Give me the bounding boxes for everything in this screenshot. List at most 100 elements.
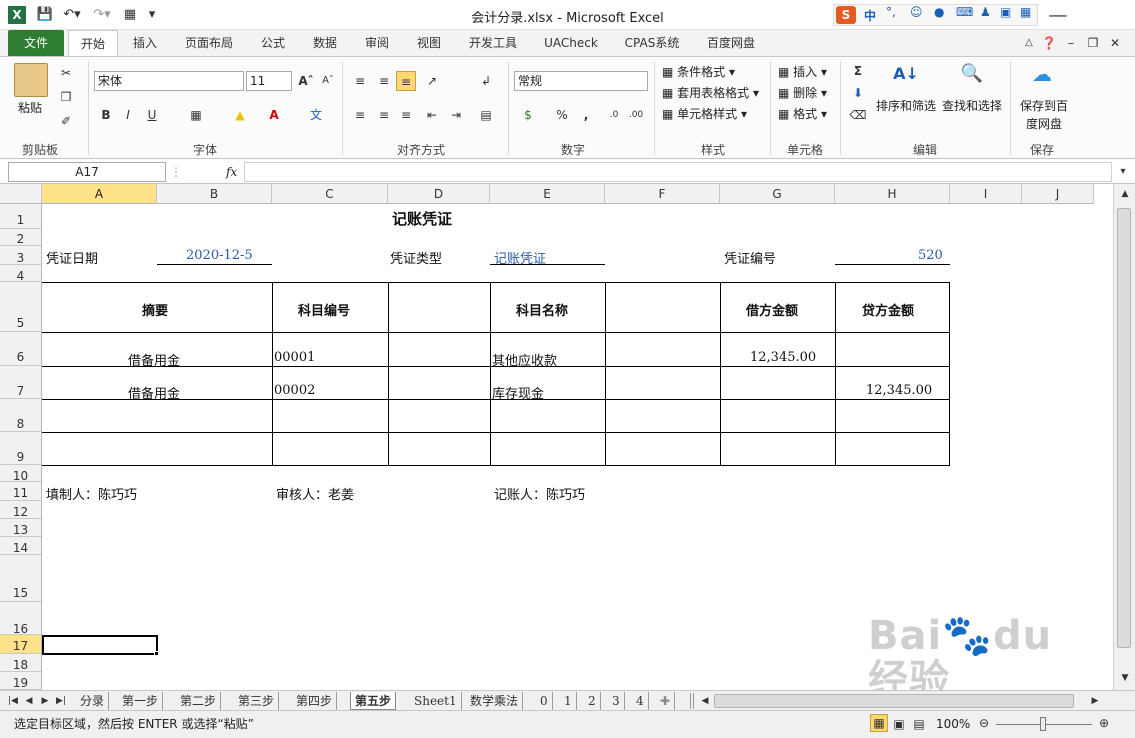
row-header[interactable]: 19 [0, 672, 42, 690]
row-header[interactable]: 11 [0, 482, 42, 501]
column-header-d[interactable]: D [388, 184, 490, 204]
number-value[interactable]: 520 [918, 248, 943, 263]
sheet-tab[interactable]: 第二步 [176, 692, 222, 710]
help-icon[interactable]: ❓ [1040, 30, 1058, 56]
wrap-text-icon[interactable]: ↲ [476, 71, 496, 91]
keyboard-icon[interactable]: ⌨ [956, 5, 973, 19]
sheet-tab[interactable]: 第三步 [234, 692, 280, 710]
entry-code[interactable]: 00001 [274, 350, 315, 365]
tab-cpas[interactable]: CPAS系统 [618, 30, 686, 56]
column-header-e[interactable]: E [490, 184, 605, 204]
tab-split-handle[interactable] [690, 693, 694, 709]
fill-handle[interactable] [154, 651, 159, 656]
column-header-h[interactable]: H [835, 184, 950, 204]
toolbox-icon[interactable]: ▦ [1020, 5, 1031, 19]
row-header[interactable]: 16 [0, 602, 42, 636]
sort-filter-button[interactable]: 排序和筛选 [876, 97, 936, 115]
zoom-level[interactable]: 100% [936, 715, 970, 733]
sheet-tab-active[interactable]: 第五步 [350, 692, 397, 710]
window-minimize-icon[interactable]: — [1038, 0, 1074, 30]
sheet-tab[interactable]: 第四步 [292, 692, 338, 710]
delete-cells-button[interactable]: ▦ 删除 ▾ [778, 84, 827, 102]
next-sheet-icon[interactable]: ▶ [38, 691, 52, 711]
italic-icon[interactable]: I [118, 105, 138, 125]
row-header[interactable]: 1 [0, 204, 42, 229]
column-header-a[interactable]: A [42, 184, 157, 204]
tab-uacheck[interactable]: UACheck [538, 30, 604, 56]
date-value[interactable]: 2020-12-5 [186, 248, 253, 263]
row-header[interactable]: 4 [0, 265, 42, 283]
cell-styles-button[interactable]: ▦ 单元格样式 ▾ [662, 105, 747, 123]
voice-icon[interactable]: ● [934, 5, 944, 19]
paste-icon[interactable] [14, 63, 48, 97]
scroll-up-icon[interactable]: ▲ [1115, 184, 1135, 204]
entry-credit[interactable]: 12,345.00 [866, 383, 932, 398]
page-layout-view-icon[interactable]: ▣ [890, 714, 908, 732]
align-top-icon[interactable]: ≡ [350, 71, 370, 91]
scroll-down-icon[interactable]: ▼ [1115, 668, 1135, 688]
row-header[interactable]: 5 [0, 282, 42, 332]
conditional-formatting-button[interactable]: ▦ 条件格式 ▾ [662, 63, 735, 81]
sheet-tab[interactable]: Sheet1 [410, 692, 462, 710]
increase-decimal-icon[interactable]: .0 [604, 105, 624, 125]
sheet-tab[interactable]: 3 [608, 692, 625, 710]
row-header[interactable]: 18 [0, 654, 42, 672]
workbook-minimize-icon[interactable]: – [1062, 30, 1080, 56]
font-color-icon[interactable]: A [264, 105, 284, 125]
tab-home[interactable]: 开始 [68, 30, 118, 56]
format-cells-button[interactable]: ▦ 格式 ▾ [778, 105, 827, 123]
font-size-select[interactable]: 11 [246, 71, 292, 91]
entry-summary[interactable]: 借备用金 [128, 350, 180, 369]
decrease-indent-icon[interactable]: ⇤ [422, 105, 442, 125]
increase-indent-icon[interactable]: ⇥ [446, 105, 466, 125]
sheet-tab[interactable]: 分录 [76, 692, 110, 710]
sheet-tab[interactable]: 1 [560, 692, 577, 710]
row-header[interactable]: 14 [0, 537, 42, 555]
first-sheet-icon[interactable]: |◀ [6, 691, 20, 711]
expand-formula-bar-icon[interactable]: ▾ [1113, 162, 1133, 182]
punctuation-icon[interactable]: °, [886, 5, 896, 19]
sheet-tab[interactable]: 4 [632, 692, 649, 710]
last-sheet-icon[interactable]: ▶| [54, 691, 68, 711]
border-icon[interactable]: ▦ [186, 105, 206, 125]
row-header[interactable]: 2 [0, 229, 42, 246]
tab-developer[interactable]: 开发工具 [462, 30, 524, 56]
entry-account-name[interactable]: 其他应收款 [492, 350, 557, 369]
tab-data[interactable]: 数据 [306, 30, 344, 56]
align-middle-icon[interactable]: ≡ [374, 71, 394, 91]
paste-button[interactable]: 粘贴 [18, 99, 42, 117]
find-select-button[interactable]: 查找和选择 [942, 97, 1002, 115]
column-header-j[interactable]: J [1022, 184, 1094, 204]
underline-icon[interactable]: U [142, 105, 162, 125]
vertical-scroll-thumb[interactable] [1117, 208, 1131, 648]
align-left-icon[interactable]: ≡ [350, 105, 370, 125]
tab-file[interactable]: 文件 [8, 30, 64, 56]
entry-code[interactable]: 00002 [274, 383, 315, 398]
fill-color-icon[interactable]: ▲ [230, 105, 250, 125]
horizontal-scroll-thumb[interactable] [714, 694, 1074, 708]
normal-view-icon[interactable]: ▦ [870, 714, 888, 732]
row-header[interactable]: 17 [0, 635, 42, 654]
formula-input[interactable] [244, 162, 1112, 182]
comma-style-icon[interactable]: , [576, 105, 596, 125]
cut-icon[interactable]: ✂ [56, 63, 76, 83]
sheet-tab[interactable]: 第一步 [118, 692, 164, 710]
ime-mode-label[interactable]: 中 [864, 7, 876, 24]
scroll-left-icon[interactable]: ◀ [698, 691, 712, 711]
workbook-restore-icon[interactable]: ❐ [1084, 30, 1102, 56]
insert-sheet-icon[interactable]: ✚ [656, 692, 676, 710]
row-header[interactable]: 13 [0, 519, 42, 537]
column-header-g[interactable]: G [720, 184, 835, 204]
bold-icon[interactable]: B [96, 105, 116, 125]
sheet-tab[interactable]: 0 [536, 692, 553, 710]
row-header[interactable]: 8 [0, 399, 42, 432]
align-bottom-icon[interactable]: ≡ [396, 71, 416, 91]
entry-debit[interactable]: 12,345.00 [750, 350, 816, 365]
decrease-decimal-icon[interactable]: .00 [626, 105, 646, 125]
font-name-select[interactable]: 宋体 [94, 71, 244, 91]
entry-summary[interactable]: 借备用金 [128, 383, 180, 402]
format-painter-icon[interactable]: ✐ [56, 111, 76, 131]
row-header[interactable]: 3 [0, 246, 42, 265]
accounting-format-icon[interactable]: $ [518, 105, 538, 125]
collapse-ribbon-icon[interactable]: △ [1020, 30, 1038, 56]
